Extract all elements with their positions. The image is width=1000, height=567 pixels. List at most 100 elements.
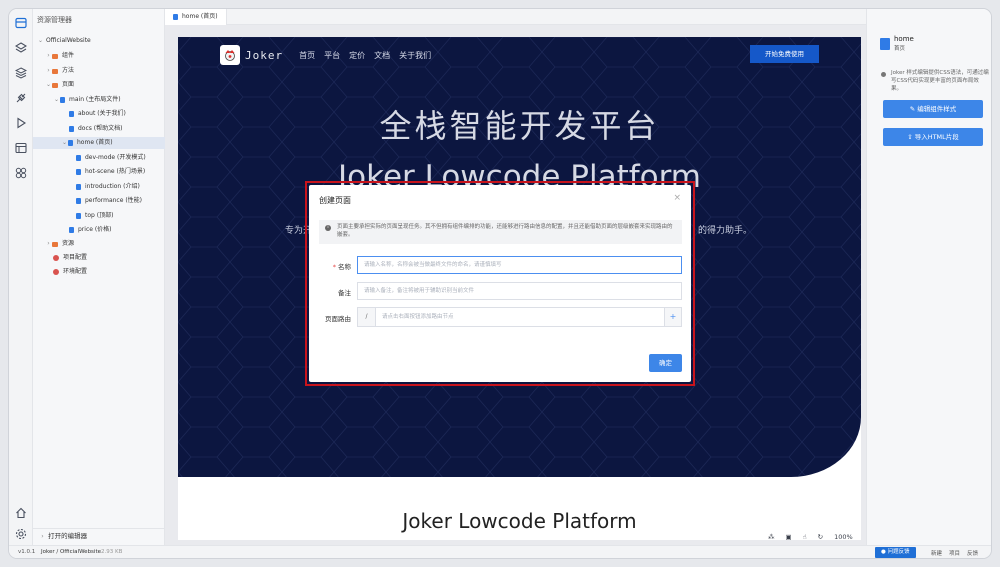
name-input[interactable]: 请输入名称，名称会被当做最终文件的命名，请谨慎填写 (357, 256, 682, 274)
tree-item-dev-mode[interactable]: dev-mode (开发模式) (76, 152, 146, 164)
create-page-dialog: 创建页面 × i 页面主要承担实际的页面呈现任务。其不但拥有组件编排的功能，还能… (309, 185, 691, 382)
tree-item-label: introduction (介绍) (85, 183, 140, 190)
tree-item-label: performance (性能) (85, 197, 143, 204)
canvas-toolbar: ⁂ ▣ ☝ ↻ 100% (768, 530, 864, 544)
import-html-label: 导入HTML片段 (914, 133, 959, 141)
nav-home[interactable]: 首页 (299, 50, 315, 61)
tree-item-label: 方法 (62, 67, 75, 74)
file-icon (76, 155, 81, 161)
file-icon (69, 111, 74, 117)
status-bar: v1.0.1 Joker / OfficialWebsite 2.93 KB ●… (9, 545, 991, 558)
tree-item-label: hot-scene (热门场景) (85, 168, 146, 175)
chevron-right-icon: › (41, 533, 44, 540)
inspector-name: home (894, 35, 914, 43)
tab-label: home (首页) (182, 13, 218, 20)
layout-icon[interactable]: ▣ (786, 533, 792, 541)
components-icon[interactable] (15, 42, 27, 54)
chevron-down-icon: ⌄ (37, 37, 44, 44)
refresh-icon[interactable]: ↻ (818, 533, 823, 541)
import-icon: ⇪ (907, 133, 915, 141)
file-icon (880, 38, 890, 50)
file-icon (69, 126, 74, 132)
explorer-panel: 资源管理器 ⌄ OfficialWebsite › 组件 › 方法 ⌄ 页面 ⌄ main… (33, 9, 165, 558)
tree-item-env-config[interactable]: 环境配置 (53, 266, 87, 278)
required-mark: * (332, 263, 336, 271)
tree-item-label: 环境配置 (63, 268, 88, 275)
confirm-button[interactable]: 确定 (649, 354, 682, 372)
file-icon (76, 169, 81, 175)
file-icon (76, 184, 81, 190)
tree-item-docs[interactable]: docs (帮助文档) (69, 123, 123, 135)
tree-item-label: 组件 (62, 52, 75, 59)
hero-description-end: 的得力助手。 (698, 226, 753, 236)
feedback-button[interactable]: ● 问题反馈 (875, 547, 916, 558)
chevron-down-icon: ⌄ (53, 96, 60, 103)
tree-item-root[interactable]: ⌄ OfficialWebsite (37, 35, 91, 47)
tree-item-label: 项目配置 (63, 254, 88, 261)
explorer-icon[interactable] (15, 17, 27, 29)
open-editors-section[interactable]: › 打开的编辑器 (33, 528, 165, 542)
tab-home[interactable]: home (首页) (165, 9, 227, 25)
status-project[interactable]: 项目 (949, 549, 960, 557)
chevron-down-icon: ⌄ (45, 81, 52, 88)
status-new[interactable]: 新建 (931, 549, 942, 557)
file-icon (173, 14, 178, 20)
edit-style-button[interactable]: ✎ 编辑组件样式 (883, 100, 983, 118)
file-icon (60, 97, 65, 103)
tree-item-label: price (价格) (78, 226, 112, 233)
tree-item-label: about (关于我们) (78, 110, 126, 117)
inspector-subtitle: 首页 (894, 46, 906, 52)
tree-item-price[interactable]: price (价格) (69, 224, 112, 236)
import-html-button[interactable]: ⇪ 导入HTML片段 (883, 128, 983, 146)
tree-item-label: home (首页) (77, 139, 113, 146)
template-icon[interactable] (15, 142, 27, 154)
file-icon (76, 213, 81, 219)
route-label: 页面路由 (325, 315, 351, 323)
apps-icon[interactable] (15, 167, 27, 179)
info-icon (881, 72, 886, 77)
add-route-button[interactable]: + (665, 307, 682, 327)
tree-item-pages[interactable]: ⌄ 页面 (45, 79, 74, 91)
nav-platform[interactable]: 平台 (324, 50, 340, 61)
nav-about[interactable]: 关于我们 (399, 50, 431, 61)
file-icon (76, 198, 81, 204)
zoom-level[interactable]: 100% (834, 533, 853, 541)
close-icon[interactable]: × (673, 193, 681, 203)
settings-icon[interactable] (15, 528, 27, 540)
logo-text[interactable]: Joker (245, 49, 283, 62)
inspector-tip: Joker 样式编辑提供CSS语法，可通过编写CSS代码实现更丰富的页面布局效果… (881, 69, 989, 93)
chevron-right-icon: › (47, 240, 50, 247)
explorer-title: 资源管理器 (37, 16, 72, 24)
route-prefix: / (357, 307, 375, 327)
site-nav: Joker 首页 平台 定价 文档 关于我们 (220, 45, 440, 65)
plugin-icon[interactable] (15, 92, 27, 104)
home-icon[interactable] (15, 507, 27, 519)
tree-item-home[interactable]: ⌄ home (首页) (33, 137, 165, 149)
run-icon[interactable] (15, 117, 27, 129)
like-icon[interactable]: ☝ (803, 533, 807, 541)
tree-item-resources[interactable]: › 资源 (45, 238, 74, 250)
remark-input[interactable]: 请输入备注，备注将被用于辅助识别当前文件 (357, 282, 682, 300)
tree-item-introduction[interactable]: introduction (介绍) (76, 181, 140, 193)
file-size: 2.93 KB (101, 549, 123, 555)
tree-item-components[interactable]: › 组件 (45, 50, 74, 62)
tree-item-methods[interactable]: › 方法 (45, 65, 74, 77)
start-free-button[interactable]: 开始免费使用 (750, 45, 819, 63)
nav-docs[interactable]: 文档 (374, 50, 390, 61)
route-input[interactable]: 请点击右面按钮添加路由节点 (375, 307, 665, 327)
status-feedback[interactable]: 反馈 (967, 549, 978, 557)
tree-item-top[interactable]: top (顶部) (76, 210, 113, 222)
folder-icon (52, 53, 58, 59)
tree-item-project-config[interactable]: 项目配置 (53, 252, 87, 264)
tree-item-performance[interactable]: performance (性能) (76, 195, 142, 207)
nav-pricing[interactable]: 定价 (349, 50, 365, 61)
tree-item-main[interactable]: ⌄ main (主布局文件) (53, 94, 121, 106)
joker-logo-icon (220, 45, 240, 65)
edit-style-label: 编辑组件样式 (917, 105, 957, 113)
grid-icon[interactable]: ⁂ (768, 533, 775, 541)
layers-icon[interactable] (15, 67, 27, 79)
tree-item-hot-scene[interactable]: hot-scene (热门场景) (76, 166, 145, 178)
version-text: v1.0.1 (18, 549, 36, 555)
tree-item-about[interactable]: about (关于我们) (69, 108, 126, 120)
name-label-text: 名称 (338, 263, 351, 271)
